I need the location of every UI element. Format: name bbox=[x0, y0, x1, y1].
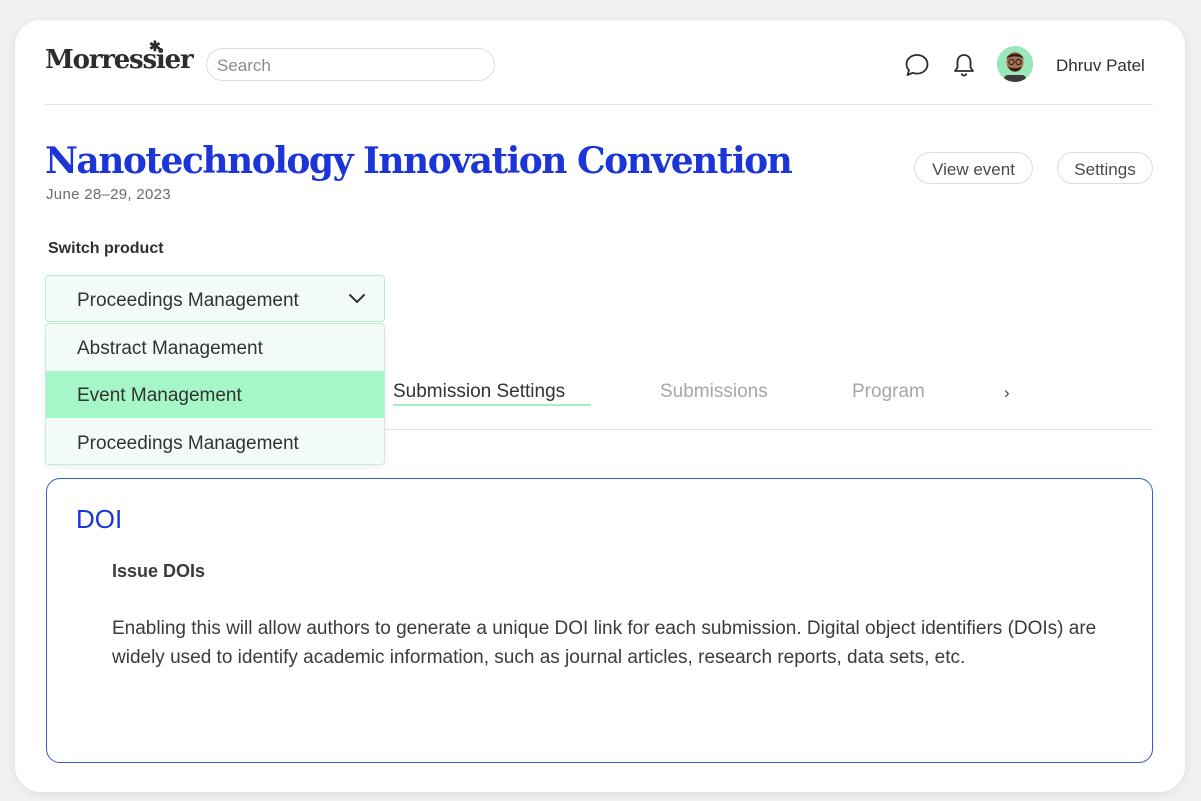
logo-star-icon: ✱ bbox=[149, 39, 161, 55]
logo-text: Morressier bbox=[45, 45, 194, 75]
menu-item-label: Proceedings Management bbox=[77, 433, 299, 454]
issue-dois-heading: Issue DOIs bbox=[112, 561, 206, 581]
tab-submission-settings[interactable]: Submission Settings bbox=[393, 381, 565, 403]
bell-icon[interactable] bbox=[950, 51, 978, 79]
view-event-button[interactable]: View event bbox=[914, 152, 1033, 184]
event-date: June 28–29, 2023 bbox=[46, 186, 171, 203]
active-tab-indicator bbox=[393, 404, 591, 406]
user-name[interactable]: Dhruv Patel bbox=[1056, 56, 1145, 76]
header-divider bbox=[45, 104, 1153, 105]
search-input[interactable]: Search bbox=[206, 48, 495, 81]
chat-icon[interactable] bbox=[903, 51, 931, 79]
product-select[interactable]: Proceedings Management bbox=[45, 275, 385, 322]
tabs-scroll-right-icon[interactable]: › bbox=[1004, 383, 1010, 403]
event-title: Nanotechnology Innovation Convention bbox=[45, 140, 793, 182]
avatar-portrait-icon bbox=[997, 46, 1033, 82]
tab-program[interactable]: Program bbox=[852, 381, 925, 403]
menu-item-label: Event Management bbox=[77, 385, 242, 406]
doi-description: Enabling this will allow authors to gene… bbox=[112, 618, 1097, 668]
doi-section-title: DOI bbox=[76, 504, 123, 534]
product-select-value: Proceedings Management bbox=[77, 290, 299, 311]
morressier-logo[interactable]: Morressier ✱ bbox=[45, 39, 194, 75]
product-dropdown-menu: Abstract Management Event Management Pro… bbox=[45, 323, 385, 465]
chevron-down-icon bbox=[349, 294, 365, 303]
menu-item-abstract-management[interactable]: Abstract Management bbox=[46, 324, 384, 371]
user-avatar[interactable] bbox=[997, 46, 1033, 82]
menu-item-proceedings-management[interactable]: Proceedings Management bbox=[46, 419, 384, 464]
settings-button[interactable]: Settings bbox=[1057, 152, 1153, 184]
tab-submissions[interactable]: Submissions bbox=[660, 381, 768, 403]
menu-item-label: Abstract Management bbox=[77, 338, 263, 359]
menu-item-event-management[interactable]: Event Management bbox=[46, 371, 384, 418]
switch-product-label: Switch product bbox=[48, 240, 164, 257]
